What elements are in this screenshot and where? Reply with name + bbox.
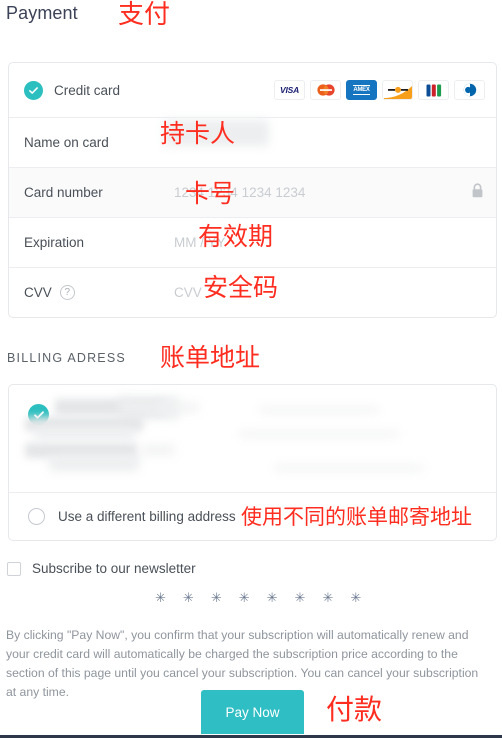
annotation-name-on-card: 持卡人	[160, 119, 236, 148]
redaction-block	[141, 445, 175, 455]
newsletter-label: Subscribe to our newsletter	[32, 561, 196, 576]
redaction-block	[274, 465, 424, 471]
star-icon: ✳	[210, 590, 222, 605]
selected-check-icon	[24, 80, 43, 100]
annotation-payment: 支付	[118, 0, 171, 30]
field-label-card-number: Card number	[24, 185, 103, 200]
annotation-pay-now: 付款	[326, 693, 383, 726]
mastercard-logo	[310, 80, 341, 100]
redaction-block	[239, 431, 399, 437]
payment-page: Payment 支付 Credit card VISA AMEX Name on…	[0, 0, 502, 738]
field-label-cvv: CVV	[24, 285, 52, 300]
visa-logo: VISA	[274, 80, 305, 100]
redaction-block	[35, 427, 135, 439]
help-circle-icon[interactable]: ?	[59, 285, 75, 300]
star-icon: ✳	[266, 590, 278, 605]
pay-now-button[interactable]: Pay Now	[201, 690, 304, 734]
amex-logo: AMEX	[346, 80, 377, 100]
redaction-block	[259, 407, 379, 413]
field-row-card-number[interactable]: Card number 1234 1234 1234 1234	[9, 167, 496, 217]
lock-icon	[471, 182, 484, 203]
jcb-logo	[418, 80, 449, 100]
billing-alternative-label: Use a different billing address	[58, 509, 236, 524]
star-icon: ✳	[322, 590, 334, 605]
star-rating-row: ✳ ✳ ✳ ✳ ✳ ✳ ✳ ✳	[155, 590, 361, 606]
annotation-expiration: 有效期	[198, 222, 274, 251]
field-row-name-on-card[interactable]: Name on card	[9, 117, 496, 167]
star-icon: ✳	[294, 590, 306, 605]
checkbox-unchecked-icon[interactable]	[7, 561, 21, 576]
field-label-expiration: Expiration	[24, 235, 85, 250]
diners-club-logo	[454, 80, 485, 100]
redaction-block	[49, 455, 139, 471]
redaction-block	[159, 403, 199, 412]
radio-unselected-icon[interactable]	[28, 508, 45, 525]
billing-address-section-label: BILLING ADRESS	[7, 351, 126, 365]
annotation-alternative-billing: 使用不同的账单邮寄地址	[241, 505, 472, 529]
star-icon: ✳	[350, 590, 362, 605]
payment-method-label: Credit card	[54, 82, 121, 98]
annotation-billing-address: 账单地址	[160, 343, 261, 372]
field-label-cvv-wrap: CVV ?	[24, 285, 174, 300]
field-label-name-on-card: Name on card	[24, 135, 109, 150]
billing-address-selected-row[interactable]	[9, 385, 496, 492]
star-icon: ✳	[182, 590, 194, 605]
newsletter-checkbox-row[interactable]: Subscribe to our newsletter	[7, 561, 196, 576]
annotation-cvv: 安全码	[203, 273, 279, 302]
card-brand-logos: VISA AMEX	[274, 80, 485, 100]
payment-method-row-credit-card[interactable]: Credit card VISA AMEX	[9, 63, 496, 117]
annotation-card-number: 卡号	[185, 179, 236, 208]
page-title: Payment	[6, 3, 78, 23]
star-icon: ✳	[155, 590, 166, 605]
discover-logo	[382, 80, 413, 100]
star-icon: ✳	[238, 590, 250, 605]
